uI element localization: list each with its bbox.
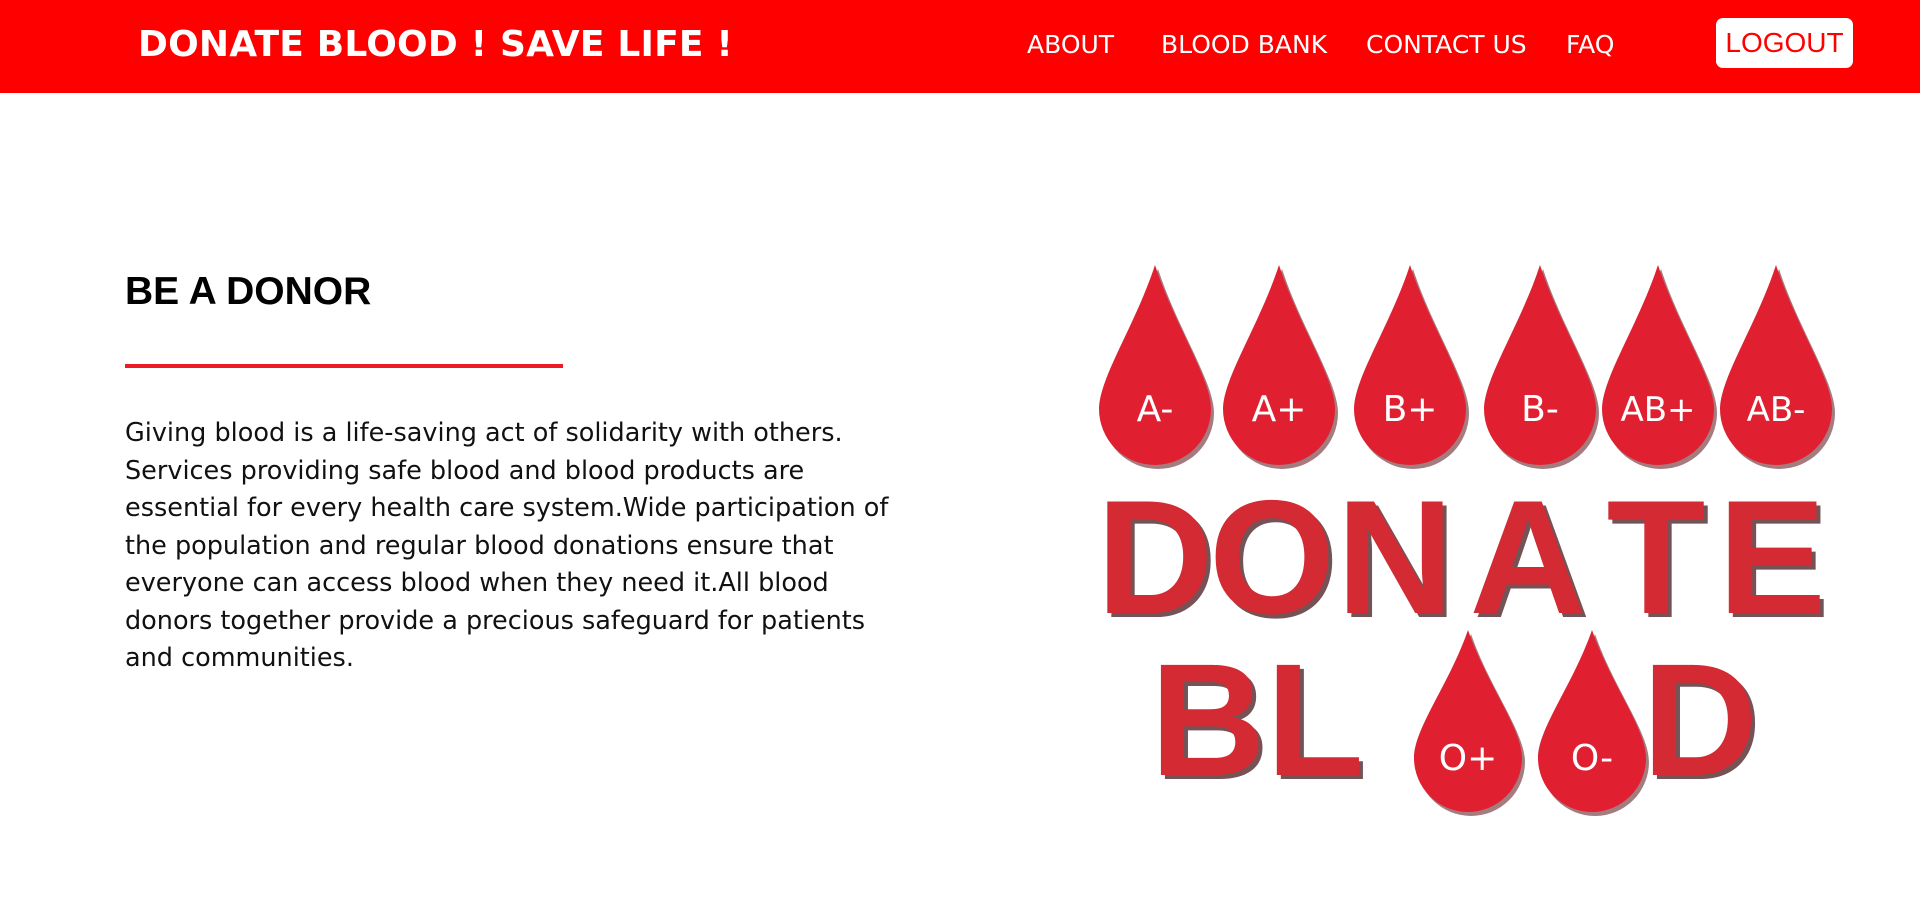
blood-letter: D <box>1642 630 1758 809</box>
heading-divider <box>125 364 563 368</box>
blood-type-drop-label: AB+ <box>1620 390 1695 430</box>
brand-title[interactable]: DONATE BLOOD ! SAVE LIFE ! <box>138 22 733 68</box>
blood-type-o-drop-label: O- <box>1571 738 1613 779</box>
nav-link-faq[interactable]: FAQ <box>1566 30 1614 60</box>
blood-type-drop: A+ <box>1223 265 1338 469</box>
donate-letter: E <box>1718 467 1826 648</box>
blood-type-drop: AB+ <box>1602 265 1717 469</box>
blood-type-drop: B+ <box>1354 265 1469 469</box>
donate-letter: D <box>1097 467 1214 648</box>
nav-link-blood-bank[interactable]: BLOOD BANK <box>1161 30 1327 60</box>
section-heading: BE A DONOR <box>125 270 372 313</box>
donate-blood-image: A- A+ B+ B- AB+ AB- DDOONNAATTEE B B L L O+ O- D D <box>1090 255 1860 855</box>
donate-letter: O <box>1209 467 1335 648</box>
nav-link-about[interactable]: ABOUT <box>1027 30 1114 60</box>
donate-letter: A <box>1470 467 1587 648</box>
blood-letter: L <box>1266 630 1364 809</box>
section-paragraph: Giving blood is a life-saving act of sol… <box>125 418 889 673</box>
blood-type-drop: B- <box>1484 265 1599 469</box>
navbar: DONATE BLOOD ! SAVE LIFE ! ABOUT BLOOD B… <box>0 0 1920 93</box>
logout-button[interactable]: LOGOUT <box>1716 18 1853 68</box>
blood-type-drop: AB- <box>1720 265 1835 469</box>
blood-type-drop-label: B- <box>1521 389 1559 430</box>
blood-type-drop: A- <box>1099 265 1214 469</box>
blood-type-drop-label: AB- <box>1747 390 1806 430</box>
blood-letter: B <box>1150 630 1266 809</box>
nav-link-contact-us[interactable]: CONTACT US <box>1366 30 1527 60</box>
blood-type-drop-label: B+ <box>1383 389 1438 430</box>
blood-type-o-drop: O+ <box>1414 630 1525 816</box>
blood-type-drop-label: A- <box>1137 389 1174 430</box>
blood-type-o-drop-label: O+ <box>1439 738 1498 779</box>
donate-letter: N <box>1337 467 1454 648</box>
blood-type-o-drop: O- <box>1538 630 1649 816</box>
donate-letter: T <box>1607 467 1706 648</box>
blood-type-drop-label: A+ <box>1252 389 1307 430</box>
